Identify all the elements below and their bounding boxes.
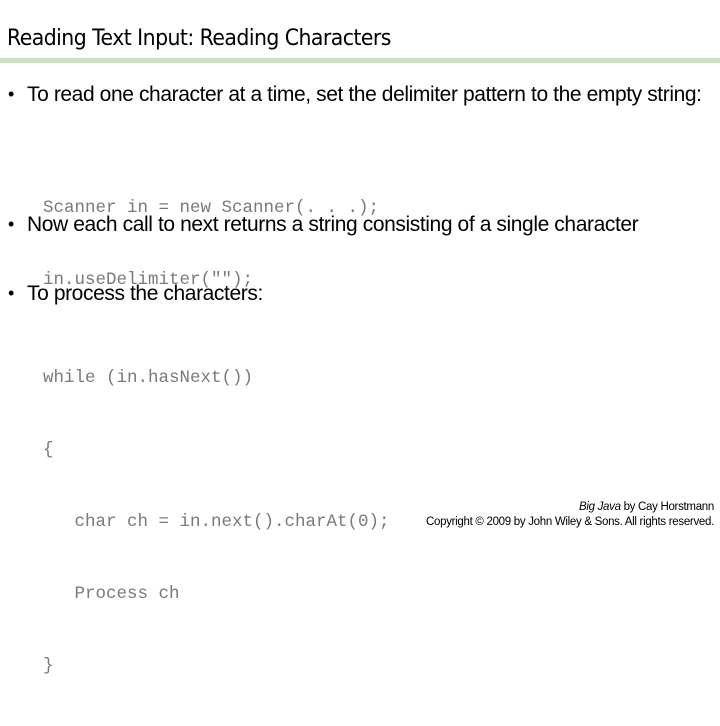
bullet-item: • To process the characters:: [8, 280, 708, 307]
code-line: while (in.hasNext()): [43, 368, 254, 388]
code-line: Process ch: [43, 584, 180, 604]
slide-title: Reading Text Input: Reading Characters: [7, 26, 391, 51]
author-line: by Cay Horstmann: [620, 501, 715, 513]
code-line: }: [43, 656, 54, 676]
copyright-notice: Copyright © 2009 by John Wiley & Sons. A…: [426, 516, 714, 528]
bullet-text: To process the characters:: [27, 282, 263, 305]
bullet-item: • To read one character at a time, set t…: [8, 81, 708, 108]
bullet-icon: •: [8, 84, 14, 104]
title-divider: [0, 58, 720, 63]
footer-book-line: Big Java by Cay Horstmann: [426, 500, 714, 515]
book-title: Big Java: [578, 501, 621, 513]
bullet-icon: •: [8, 214, 14, 234]
bullet-text: Now each call to next returns a string c…: [27, 213, 639, 236]
footer: Big Java by Cay Horstmann Copyright © 20…: [426, 500, 714, 530]
code-line: {: [43, 440, 54, 460]
bullet-icon: •: [8, 283, 14, 303]
code-block: while (in.hasNext()) { char ch = in.next…: [43, 318, 390, 726]
bullet-text: To read one character at a time, set the…: [27, 83, 702, 106]
code-line: char ch = in.next().charAt(0);: [43, 512, 390, 532]
bullet-item: • Now each call to next returns a string…: [8, 211, 708, 238]
code-block: Scanner in = new Scanner(. . .); in.useD…: [43, 148, 379, 340]
